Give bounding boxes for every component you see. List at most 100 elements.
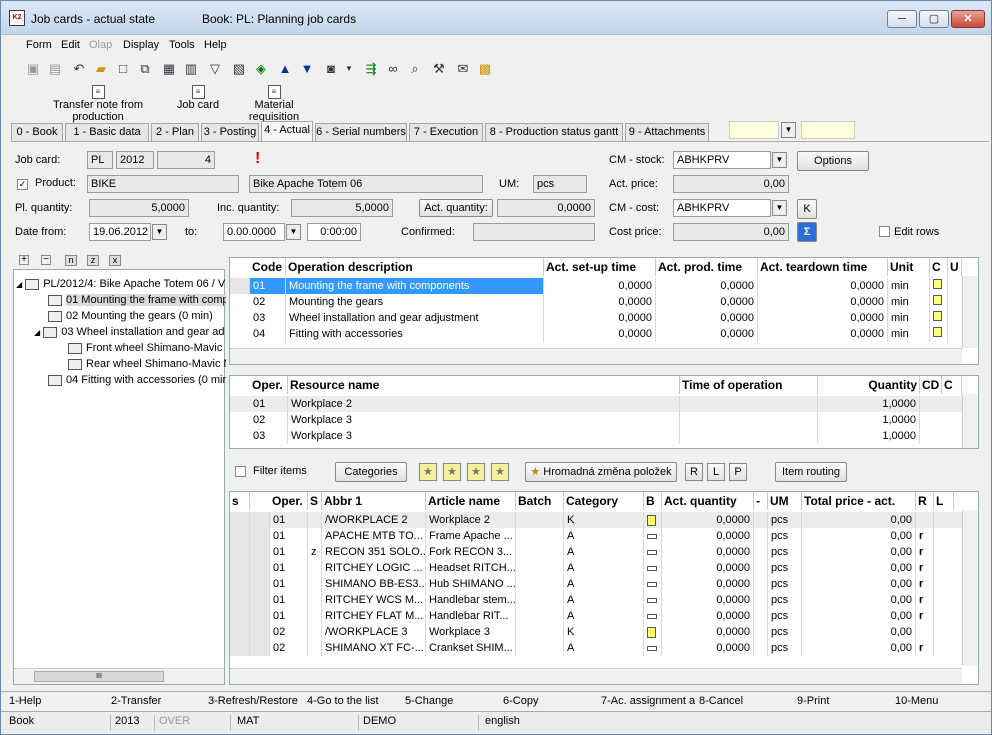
col-act-teardown-time[interactable]: Act. teardown time (758, 258, 888, 276)
cost-price-field[interactable]: 0,00 (673, 223, 789, 241)
col-total-price[interactable]: Total price - act. (802, 492, 916, 510)
collapse-icon[interactable]: ◢ (34, 328, 40, 337)
categories-button[interactable]: Categories (335, 462, 407, 482)
tree-item-rear-wheel[interactable]: Rear wheel Shimano-Mavic M (68, 356, 226, 372)
tab-plan[interactable]: 2 - Plan (151, 123, 199, 141)
tree-item-op02[interactable]: 02 Mounting the gears (0 min) (48, 308, 213, 324)
table-row[interactable]: 02 Workplace 3 1,0000 (230, 412, 978, 428)
sigma-button[interactable]: Σ (797, 222, 817, 242)
cm-stock-dropdown[interactable]: ▼ (772, 152, 787, 168)
date-from-field[interactable]: 19.06.2012 (89, 223, 151, 241)
menu-display[interactable]: Display (123, 39, 159, 51)
col-um[interactable]: UM (768, 492, 802, 510)
menu-form[interactable]: Form (26, 39, 52, 51)
mail-icon[interactable]: ✉ (453, 59, 473, 79)
table-row[interactable]: 02/WORKPLACE 3 Workplace 3 K 0,0000 pcs 0,00 (230, 624, 978, 640)
table-row[interactable]: 04 Fitting with accessories 0,0000 0,000… (230, 326, 978, 342)
res-vertical-scrollbar[interactable] (962, 394, 978, 448)
col-article-name[interactable]: Article name (426, 492, 516, 510)
f5-change[interactable]: 5-Change (405, 695, 453, 707)
col-c[interactable]: C (942, 376, 962, 394)
product-checkbox[interactable]: ✓ (17, 179, 28, 190)
tab-attachments[interactable]: 9 - Attachments (625, 123, 709, 141)
arrow-up-icon[interactable]: ▲ (275, 59, 295, 79)
col-abbr1[interactable]: Abbr 1 (322, 492, 426, 510)
items-horizontal-scrollbar[interactable] (230, 668, 962, 684)
table-row[interactable]: 01 APACHE MTB TO... Frame Apache ... A 0,000… (230, 528, 978, 544)
time-to-field[interactable]: 0:00:00 (307, 223, 361, 241)
col-oper[interactable]: Oper. (250, 376, 288, 394)
tab-execution[interactable]: 7 - Execution (409, 123, 483, 141)
col-unit[interactable]: Unit (888, 258, 930, 276)
table-row[interactable]: 03 Workplace 3 1,0000 (230, 428, 978, 444)
find-next-icon[interactable]: ⌕ (405, 59, 425, 79)
table-row[interactable]: 01 RITCHEY LOGIC ... Headset RITCH... A 0,00… (230, 560, 978, 576)
table-row[interactable]: 01/WORKPLACE 2 Workplace 2 K 0,0000 pcs 0,00 (230, 512, 978, 528)
inc-quantity-field[interactable]: 5,0000 (291, 199, 393, 217)
tree-item-front-wheel[interactable]: Front wheel Shimano-Mavic M (68, 340, 226, 356)
tree-root[interactable]: ◢ PL/2012/4: Bike Apache Totem 06 / V (16, 276, 225, 292)
table-row[interactable]: 01 Workplace 2 1,0000 (230, 396, 978, 412)
col-r[interactable]: R (916, 492, 934, 510)
r-button[interactable]: R (685, 463, 703, 481)
f8-cancel[interactable]: 8-Cancel (699, 695, 743, 707)
tree-item-op01[interactable]: 01 Mounting the frame with compo (48, 292, 226, 308)
save-icon[interactable]: ▣ (23, 59, 43, 79)
pl-quantity-field[interactable]: 5,0000 (89, 199, 189, 217)
f3-refresh[interactable]: 3-Refresh/Restore (208, 695, 298, 707)
tab-production-status-gantt[interactable]: 8 - Production status gantt (485, 123, 623, 141)
menu-edit[interactable]: Edit (61, 39, 80, 51)
menu-help[interactable]: Help (204, 39, 227, 51)
f1-help[interactable]: 1-Help (9, 695, 41, 707)
col-dash[interactable]: - (754, 492, 768, 510)
paste-icon[interactable]: ▦ (159, 59, 179, 79)
l-button[interactable]: L (707, 463, 725, 481)
col-s2[interactable]: S (308, 492, 322, 510)
job-card-year[interactable]: 2012 (116, 151, 154, 169)
col-s[interactable]: s (230, 492, 250, 510)
collapse-all-icon[interactable]: − (41, 255, 51, 265)
col-act-setup-time[interactable]: Act. set-up time (544, 258, 656, 276)
date-to-dropdown[interactable]: ▼ (286, 224, 301, 240)
k-button[interactable]: K (797, 199, 817, 219)
transfer-icon[interactable]: ⇶ (361, 59, 381, 79)
ops-horizontal-scrollbar[interactable] (230, 348, 962, 364)
tab-book[interactable]: 0 - Book (11, 123, 63, 141)
filter-icon[interactable]: ▽ (205, 59, 225, 79)
col-u[interactable]: U (948, 258, 962, 276)
col-operation-description[interactable]: Operation description (286, 258, 544, 276)
tab-posting[interactable]: 3 - Posting (201, 123, 259, 141)
product-code-field[interactable]: BIKE (87, 175, 239, 193)
ops-vertical-scrollbar[interactable] (962, 276, 978, 348)
date-from-dropdown[interactable]: ▼ (152, 224, 167, 240)
job-card-prefix[interactable]: PL (87, 151, 113, 169)
table-row[interactable]: 01 SHIMANO BB-ES3... Hub SHIMANO ... A 0,000… (230, 576, 978, 592)
tree-item-op03[interactable]: ◢ 03 Wheel installation and gear ad (34, 324, 226, 340)
star-edit-icon[interactable]: ★ (467, 463, 485, 481)
col-oper[interactable]: Oper. (270, 492, 308, 510)
col-l[interactable]: L (934, 492, 954, 510)
act-quantity-field[interactable]: 0,0000 (497, 199, 595, 217)
book-icon[interactable]: ▥ (181, 59, 201, 79)
star-icon[interactable]: ★ (419, 463, 437, 481)
f9-print[interactable]: 9-Print (797, 695, 829, 707)
star-add-icon[interactable]: ★ (443, 463, 461, 481)
binoculars-icon[interactable]: ∞ (383, 59, 403, 79)
f2-transfer[interactable]: 2-Transfer (111, 695, 161, 707)
tree-z-icon[interactable]: z (87, 255, 99, 266)
tools-icon[interactable]: ⚒ (429, 59, 449, 79)
filter-list-icon[interactable]: ▧ (229, 59, 249, 79)
cm-stock-field[interactable]: ABHKPRV (673, 151, 771, 169)
tab-filter-field[interactable] (729, 121, 779, 139)
cm-cost-dropdown[interactable]: ▼ (772, 200, 787, 216)
table-row[interactable]: 02 SHIMANO XT FC-... Crankset SHIM... A 0,00… (230, 640, 978, 656)
table-row[interactable]: 03 Wheel installation and gear adjustmen… (230, 310, 978, 326)
bulk-change-button[interactable]: ★ Hromadná změna položek (525, 462, 677, 482)
open-folder-icon[interactable]: ▰ (91, 59, 111, 79)
options-button[interactable]: Options (797, 151, 869, 171)
act-quantity-button[interactable]: Act. quantity: (419, 199, 493, 217)
col-resource-name[interactable]: Resource name (288, 376, 680, 394)
close-button[interactable]: ✕ (951, 10, 985, 28)
f10-menu[interactable]: 10-Menu (895, 695, 938, 707)
col-act-quantity[interactable]: Act. quantity (662, 492, 754, 510)
